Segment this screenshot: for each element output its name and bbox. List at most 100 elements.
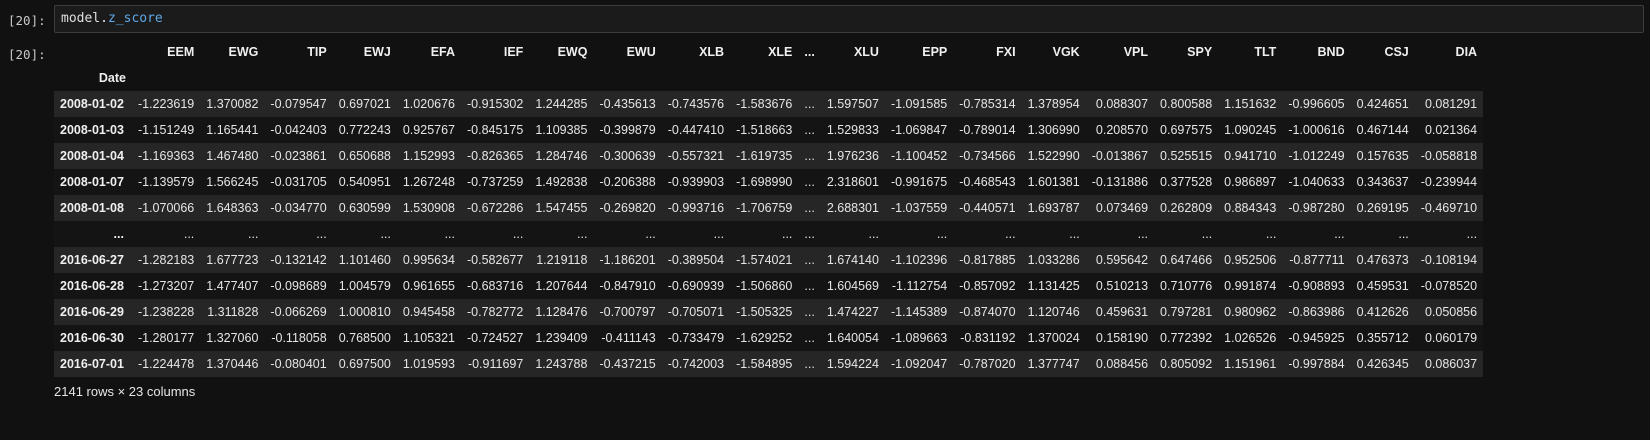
column-header: EWJ [363, 45, 391, 59]
row-index: ... [113, 227, 124, 241]
table-cell: 1.693787 [1027, 201, 1080, 215]
column-header: VPL [1123, 45, 1149, 59]
table-cell: 1.601381 [1027, 175, 1080, 189]
table-row: 2016-06-28 -1.273207 1.477407 -0.098689 1.00… [54, 273, 1484, 299]
table-cell: -0.877711 [1289, 253, 1345, 267]
table-cell: -0.817885 [959, 253, 1016, 267]
table-cell: 0.050856 [1424, 305, 1478, 319]
column-header: FXI [996, 45, 1016, 59]
table-cell: 1.267248 [402, 175, 455, 189]
table-cell: ... [1334, 227, 1345, 241]
table-cell: 0.525515 [1160, 149, 1213, 163]
table-cell: 0.941710 [1224, 149, 1277, 163]
table-cell: -0.080401 [270, 357, 327, 371]
table-cell: ... [936, 227, 948, 241]
column-header: EFA [430, 45, 455, 59]
table-cell: 1.165441 [206, 123, 259, 137]
table-cell: 0.157635 [1356, 149, 1409, 163]
empty-header-cell [1086, 65, 1154, 91]
table-cell: ... [380, 227, 391, 241]
table-cell: -0.996605 [1288, 97, 1345, 111]
column-header: XLU [853, 45, 879, 59]
table-cell: 0.426345 [1356, 357, 1409, 371]
table-cell: -1.145389 [890, 305, 948, 319]
table-cell: 1.033286 [1027, 253, 1080, 267]
table-cell: -1.000616 [1288, 123, 1345, 137]
table-cell: -0.013867 [1091, 149, 1149, 163]
table-row: 2008-01-02 -1.223619 1.370082 -0.079547 0.69… [54, 91, 1484, 117]
table-cell: ... [1069, 227, 1080, 241]
table-cell: -1.070066 [137, 201, 195, 215]
column-header: IEF [503, 45, 524, 59]
table-cell: -0.991675 [890, 175, 948, 189]
table-cell: 1.026526 [1224, 331, 1277, 345]
table-cell: ... [804, 201, 815, 215]
table-cell: 0.262809 [1160, 201, 1213, 215]
table-cell: -1.619735 [736, 149, 793, 163]
table-cell: ... [1398, 227, 1409, 241]
table-cell: -0.789014 [959, 123, 1016, 137]
table-cell: 0.412626 [1356, 305, 1409, 319]
dataframe-shape: 2141 rows × 23 columns [54, 384, 196, 399]
table-cell: 1.648363 [206, 201, 259, 215]
table-cell: 2.318601 [826, 175, 879, 189]
table-cell: -1.100452 [890, 149, 948, 163]
row-index: 2016-06-27 [60, 253, 124, 267]
table-cell: -0.206388 [599, 175, 656, 189]
table-cell: 1.677723 [206, 253, 259, 267]
empty-header-cell [953, 65, 1021, 91]
table-cell: ... [1201, 227, 1213, 241]
table-cell: -0.734566 [959, 149, 1016, 163]
table-cell: 1.474227 [826, 305, 879, 319]
table-cell: ... [804, 149, 815, 163]
table-cell: -1.238228 [137, 305, 195, 319]
index-name: Date [98, 71, 126, 85]
table-cell: 1.152993 [402, 149, 455, 163]
table-cell: 0.355712 [1356, 331, 1409, 345]
table-cell: 1.311828 [207, 305, 259, 319]
table-cell: ... [804, 175, 815, 189]
table-cell: -0.945925 [1288, 331, 1345, 345]
table-cell: 0.459631 [1095, 305, 1149, 319]
table-cell: -0.874070 [959, 305, 1016, 319]
table-cell: 1.101460 [338, 253, 391, 267]
table-cell: 0.377528 [1160, 175, 1213, 189]
table-cell: 0.158190 [1095, 331, 1149, 345]
table-cell: -0.034770 [270, 201, 327, 215]
table-cell: 1.327060 [206, 331, 259, 345]
row-index: 2016-07-01 [60, 357, 124, 371]
empty-header-cell [397, 65, 461, 91]
table-cell: -1.069847 [890, 123, 948, 137]
table-header: EEM EWG TIP EWJ EFA IEF EWQ EWU XLB XLE... XLU EPP F… [54, 39, 1483, 91]
column-header: EEM [167, 45, 195, 59]
row-index: 2008-01-03 [60, 123, 124, 137]
table-cell: -0.447410 [667, 123, 725, 137]
column-header: CSJ [1384, 45, 1409, 59]
table-cell: ... [713, 227, 725, 241]
table-cell: 1.522990 [1027, 149, 1080, 163]
table-cell: -1.102396 [890, 253, 948, 267]
table-cell: ... [804, 123, 815, 137]
table-cell: 1.674140 [826, 253, 879, 267]
table-cell: 0.630599 [338, 201, 391, 215]
table-cell: 1.377747 [1027, 357, 1080, 371]
table-cell: -1.092047 [890, 357, 948, 371]
row-index: 2008-01-04 [60, 149, 124, 163]
table-cell: 0.945458 [402, 305, 455, 319]
column-header: SPY [1187, 45, 1213, 59]
table-cell: -0.399879 [599, 123, 656, 137]
code-editor[interactable]: model.z_score [54, 5, 1644, 33]
table-cell: ... [804, 253, 815, 267]
code-attribute: z_score [107, 11, 163, 26]
table-cell: -0.857092 [959, 279, 1016, 293]
table-row: 2008-01-08 -1.070066 1.648363 -0.034770 0.63… [54, 195, 1484, 221]
column-header: TLT [1254, 45, 1277, 59]
column-header: XLB [699, 45, 725, 59]
table-cell: 1.529833 [826, 123, 879, 137]
table-cell: ... [1005, 227, 1016, 241]
empty-header-cell [200, 65, 264, 91]
table-cell: 0.343637 [1356, 175, 1409, 189]
table-cell: -1.139579 [137, 175, 195, 189]
table-cell: -0.993716 [667, 201, 725, 215]
table-cell: -0.845175 [467, 123, 524, 137]
